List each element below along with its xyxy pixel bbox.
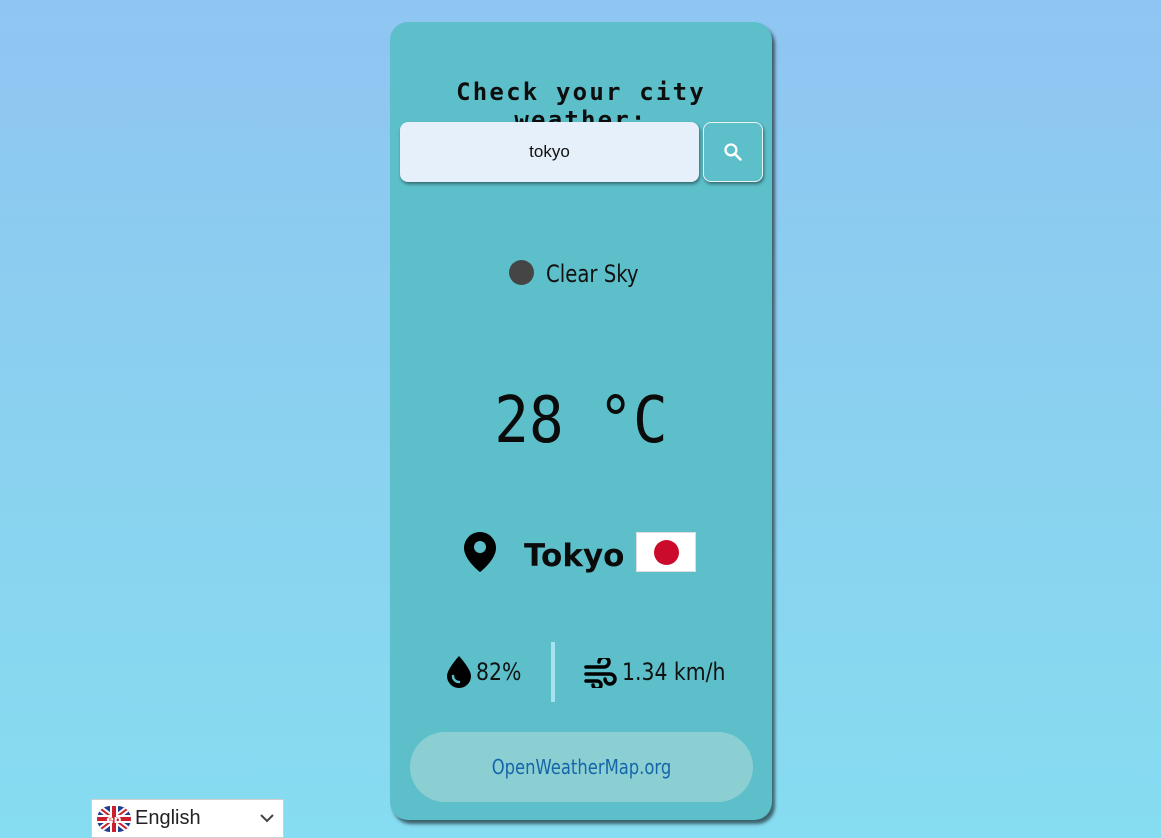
wind-speed-value: 1.34 km/h [622,658,726,686]
flag-circle [654,540,679,565]
weather-stats: 82% 1.34 km/h [390,642,772,702]
weather-condition-icon [508,259,534,285]
city-name: Tokyo [524,538,625,574]
stats-divider [551,642,555,702]
search-button[interactable] [703,122,763,182]
openweathermap-link[interactable]: OpenWeatherMap.org [492,755,672,779]
map-pin-icon [464,532,496,572]
language-selector[interactable]: en English [91,799,284,838]
weather-condition-label: Clear Sky [545,260,639,288]
search-input[interactable] [400,122,699,182]
weather-card: Check your city weather: Clear Sky 28 °C… [390,22,772,820]
japan-flag-icon [636,532,696,572]
language-label: English [135,807,201,829]
footer-link-container: OpenWeatherMap.org [410,732,753,802]
svg-text:en: en [106,813,121,826]
weather-condition: Clear Sky [390,259,772,288]
wind-icon [584,658,617,688]
chevron-down-icon [260,814,274,823]
temperature-value: 28 °C [494,384,668,458]
search-icon [724,143,742,161]
humidity-drop-icon [447,656,471,688]
uk-flag-icon: en [97,805,131,832]
location-row: Tokyo [390,530,772,574]
humidity-value: 82% [476,658,522,686]
